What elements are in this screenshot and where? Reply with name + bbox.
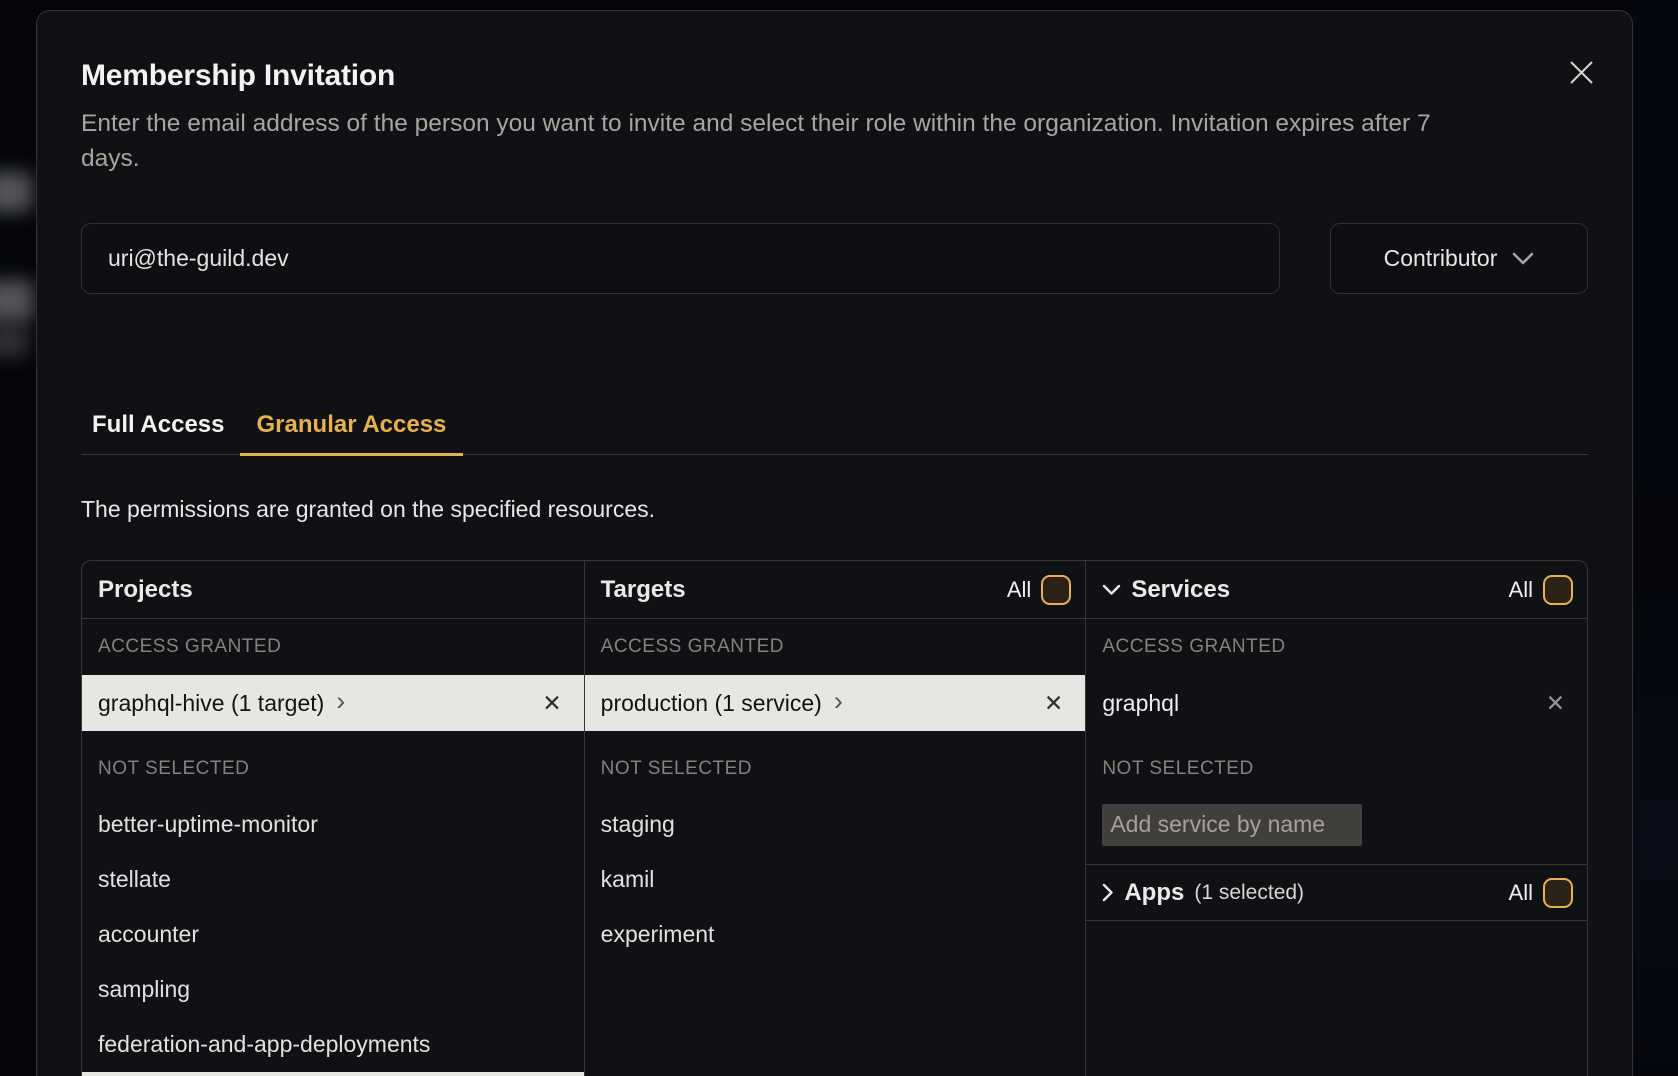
partially-visible-highlighted-row[interactable] xyxy=(82,1072,584,1076)
targets-header: Targets All xyxy=(585,561,1086,619)
services-column: Services All ACCESS GRANTED graphql ✕ NO… xyxy=(1085,561,1587,1076)
targets-column: Targets All ACCESS GRANTED production (1… xyxy=(584,561,1086,1076)
targets-all-label: All xyxy=(1007,577,1031,603)
list-item[interactable]: experiment xyxy=(585,907,1086,962)
tab-granular-access[interactable]: Granular Access xyxy=(240,411,464,456)
target-selected-name: production (1 service) xyxy=(601,690,822,717)
targets-access-granted-label: ACCESS GRANTED xyxy=(585,619,1086,675)
membership-invitation-modal: Membership Invitation Enter the email ad… xyxy=(36,10,1633,1076)
projects-access-granted-label: ACCESS GRANTED xyxy=(82,619,584,675)
chevron-right-icon: › xyxy=(834,688,843,715)
remove-project-icon[interactable]: ✕ xyxy=(542,690,561,717)
chevron-down-icon xyxy=(1512,252,1534,266)
chevron-right-icon xyxy=(1102,883,1114,902)
projects-header-label: Projects xyxy=(98,576,193,604)
remove-service-icon[interactable]: ✕ xyxy=(1546,690,1565,717)
projects-not-selected-label: NOT SELECTED xyxy=(82,741,584,797)
close-icon xyxy=(1568,59,1595,86)
list-item[interactable]: better-uptime-monitor xyxy=(82,797,584,852)
modal-description-line1: Enter the email address of the person yo… xyxy=(81,106,1588,141)
add-service-input[interactable] xyxy=(1102,804,1362,846)
resources-panel: Projects ACCESS GRANTED graphql-hive (1 … xyxy=(81,560,1588,1076)
role-select-value: Contributor xyxy=(1384,245,1498,272)
services-all-checkbox[interactable] xyxy=(1543,575,1573,605)
service-selected-name: graphql xyxy=(1102,690,1179,717)
list-item[interactable]: staging xyxy=(585,797,1086,852)
close-button[interactable] xyxy=(1564,55,1598,89)
apps-all-label: All xyxy=(1509,880,1533,906)
list-item[interactable]: sampling xyxy=(82,962,584,1017)
list-item[interactable]: kamil xyxy=(585,852,1086,907)
list-item[interactable]: stellate xyxy=(82,852,584,907)
services-header[interactable]: Services All xyxy=(1086,561,1587,619)
background-artifact xyxy=(0,172,32,212)
remove-target-icon[interactable]: ✕ xyxy=(1044,690,1063,717)
targets-not-selected-label: NOT SELECTED xyxy=(585,741,1086,797)
role-select[interactable]: Contributor xyxy=(1330,223,1588,294)
services-access-granted-label: ACCESS GRANTED xyxy=(1086,619,1587,675)
services-header-label: Services xyxy=(1131,576,1230,604)
email-field[interactable] xyxy=(81,223,1280,294)
targets-header-label: Targets xyxy=(601,576,686,604)
projects-column: Projects ACCESS GRANTED graphql-hive (1 … xyxy=(82,561,584,1076)
modal-description: Enter the email address of the person yo… xyxy=(81,106,1588,176)
tab-full-access[interactable]: Full Access xyxy=(92,411,225,454)
list-item[interactable]: accounter xyxy=(82,907,584,962)
background-artifact xyxy=(0,328,28,356)
apps-all-checkbox[interactable] xyxy=(1543,878,1573,908)
projects-header: Projects xyxy=(82,561,584,619)
permissions-note: The permissions are granted on the speci… xyxy=(81,494,1588,524)
project-selected-name: graphql-hive (1 target) xyxy=(98,690,324,717)
background-artifact xyxy=(0,280,34,322)
apps-label: Apps xyxy=(1124,879,1184,907)
background-right-strip xyxy=(1633,0,1678,1076)
service-selected-row[interactable]: graphql ✕ xyxy=(1086,675,1587,731)
target-selected-row[interactable]: production (1 service) › ✕ xyxy=(585,675,1086,731)
services-all-label: All xyxy=(1509,577,1533,603)
invite-row: Contributor xyxy=(81,223,1588,294)
page-title: Membership Invitation xyxy=(81,58,1588,93)
apps-count: (1 selected) xyxy=(1194,881,1304,905)
chevron-down-icon xyxy=(1102,584,1121,596)
services-not-selected-label: NOT SELECTED xyxy=(1086,741,1587,797)
modal-description-line2: days. xyxy=(81,141,1588,176)
access-tabs: Full Access Granular Access xyxy=(81,411,1588,455)
add-service-row xyxy=(1086,797,1587,852)
list-item[interactable]: federation-and-app-deployments xyxy=(82,1017,584,1072)
chevron-right-icon: › xyxy=(336,688,345,715)
targets-all-checkbox[interactable] xyxy=(1041,575,1071,605)
project-selected-row[interactable]: graphql-hive (1 target) › ✕ xyxy=(82,675,584,731)
apps-row[interactable]: Apps (1 selected) All xyxy=(1086,864,1587,921)
